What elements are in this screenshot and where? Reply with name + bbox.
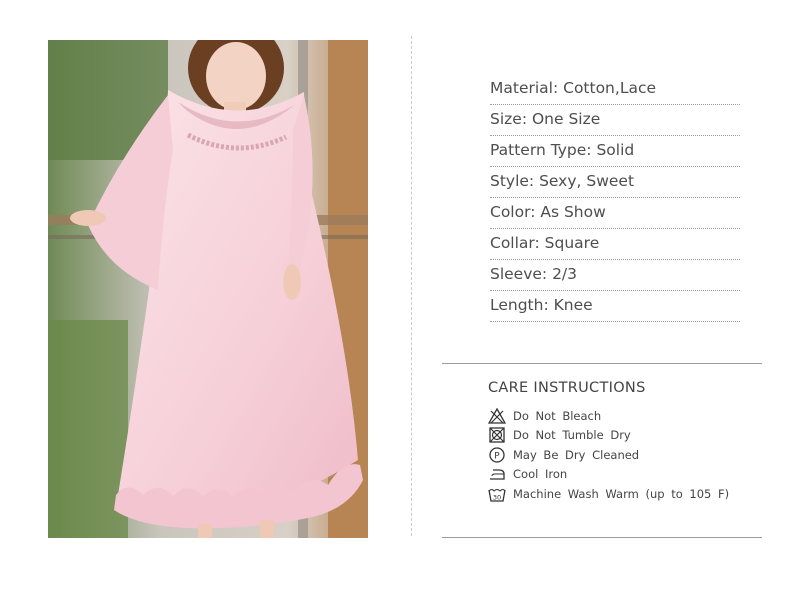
machine-wash-icon: 30 — [488, 488, 506, 502]
vertical-divider — [411, 36, 412, 536]
spec-style: Style: Sexy, Sweet — [490, 167, 740, 198]
care-bottom-divider — [442, 537, 762, 538]
svg-text:P: P — [494, 451, 500, 461]
product-photo — [48, 40, 368, 538]
do-not-bleach-icon — [488, 407, 506, 424]
care-item-dry-clean: P May Be Dry Cleaned — [488, 445, 768, 465]
care-instructions: CARE INSTRUCTIONS Do Not Bleach Do Not T… — [488, 380, 768, 504]
cool-iron-icon — [490, 469, 505, 480]
spec-collar: Collar: Square — [490, 229, 740, 260]
care-item-wash: 30 Machine Wash Warm (up to 105 F) — [488, 484, 768, 504]
spec-sleeve: Sleeve: 2/3 — [490, 260, 740, 291]
care-text-wash: Machine Wash Warm (up to 105 F) — [513, 486, 730, 501]
care-item-tumble-dry: Do Not Tumble Dry — [488, 426, 768, 446]
dry-clean-icon: P — [489, 447, 505, 463]
spec-material: Material: Cotton,Lace — [490, 74, 740, 105]
care-item-bleach: Do Not Bleach — [488, 406, 768, 426]
spec-list: Material: Cotton,Lace Size: One Size Pat… — [490, 74, 740, 322]
svg-text:30: 30 — [493, 493, 501, 501]
care-top-divider — [442, 363, 762, 364]
care-title: CARE INSTRUCTIONS — [488, 380, 646, 396]
spec-length: Length: Knee — [490, 291, 740, 322]
care-text-tumble-dry: Do Not Tumble Dry — [513, 428, 631, 443]
care-item-iron: Cool Iron — [488, 465, 768, 485]
spec-color: Color: As Show — [490, 198, 740, 229]
spec-pattern-type: Pattern Type: Solid — [490, 136, 740, 167]
do-not-tumble-dry-icon — [489, 427, 505, 443]
care-text-iron: Cool Iron — [513, 467, 568, 482]
care-text-dry-clean: May Be Dry Cleaned — [513, 447, 640, 462]
spec-size: Size: One Size — [490, 105, 740, 136]
care-text-bleach: Do Not Bleach — [513, 408, 602, 423]
